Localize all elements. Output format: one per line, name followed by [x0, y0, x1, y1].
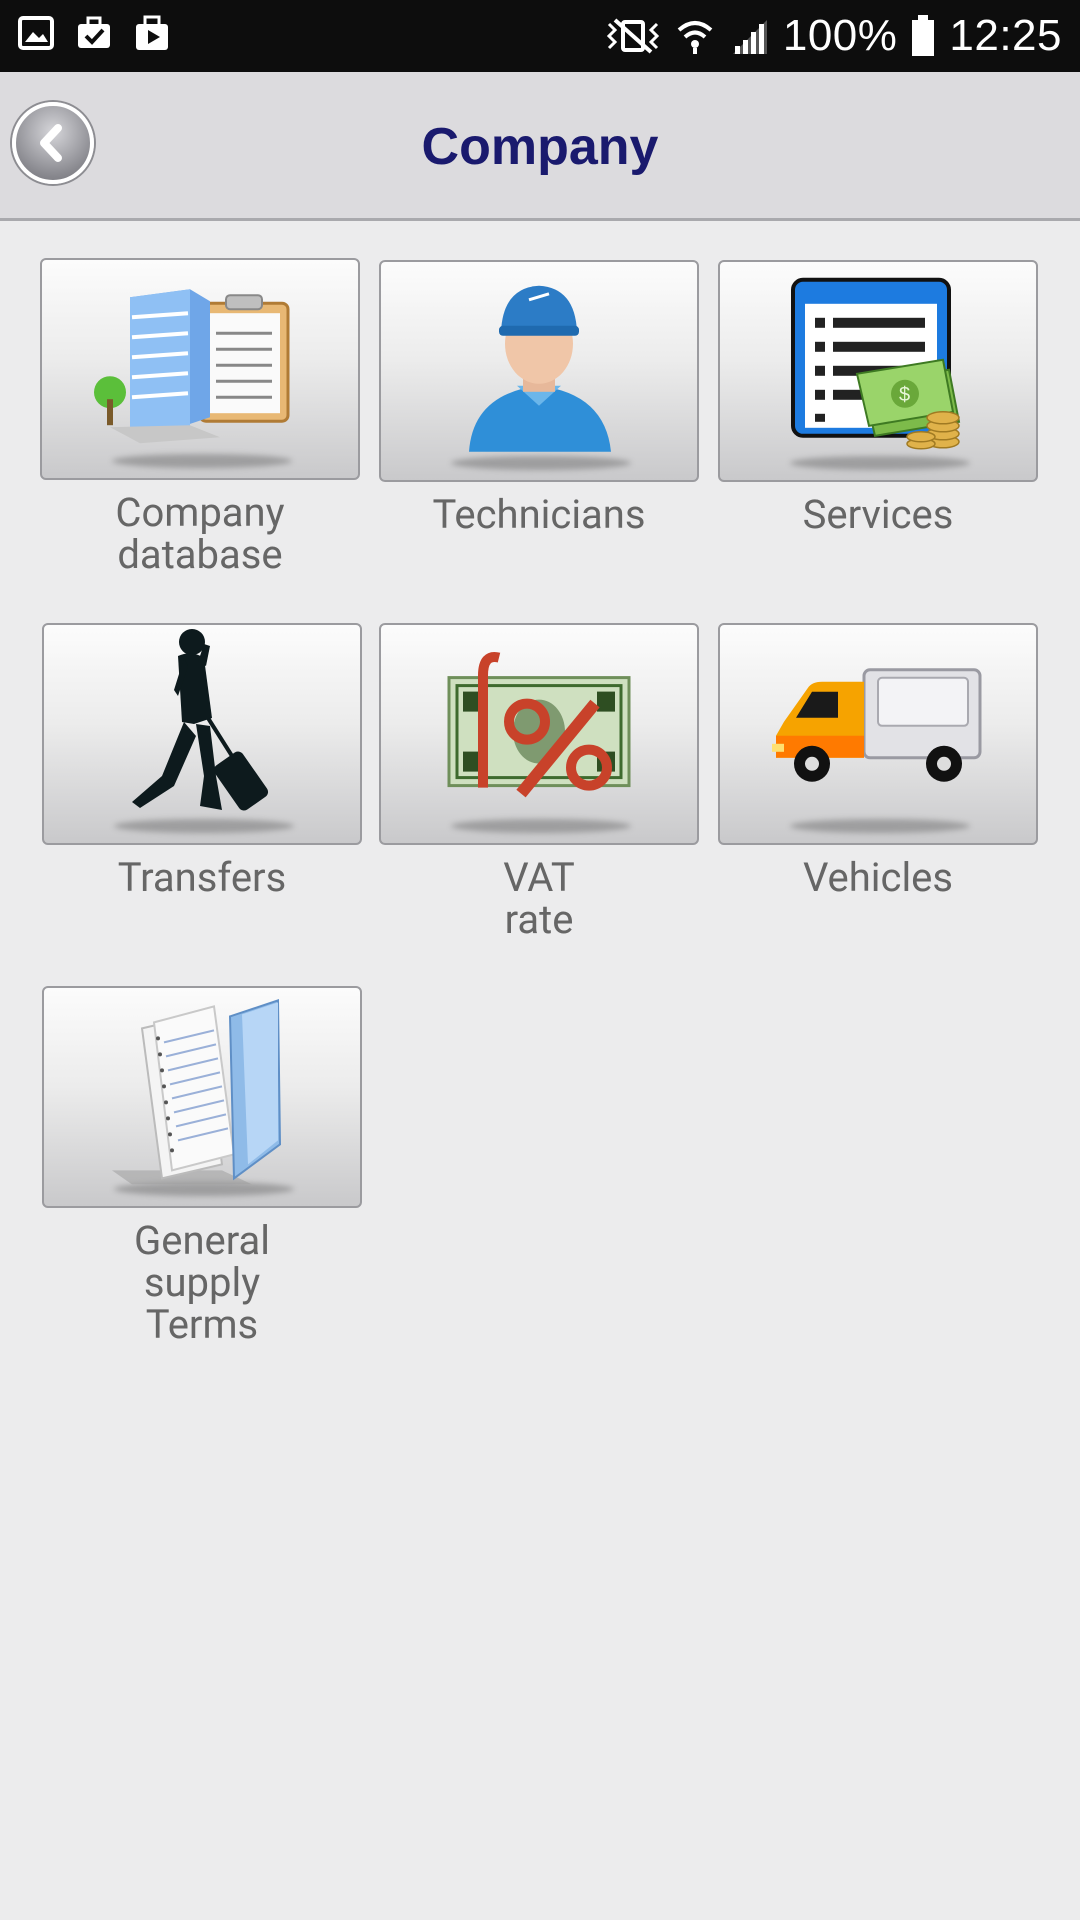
tile-transfers[interactable]: Transfers — [42, 623, 362, 899]
company-database-button[interactable] — [40, 258, 360, 480]
vehicles-button[interactable] — [718, 623, 1038, 845]
tile-company-database[interactable]: Company database — [40, 258, 360, 576]
services-button[interactable]: $ — [718, 260, 1038, 482]
signal-icon — [732, 20, 767, 54]
vat-rate-button[interactable] — [379, 623, 699, 845]
transfers-button[interactable] — [42, 623, 362, 845]
traveler-luggage-icon — [132, 629, 269, 811]
notification-icons — [18, 14, 170, 52]
tile-general-supply-terms[interactable]: General supply Terms — [42, 986, 362, 1346]
tile-label: Technicians — [432, 491, 646, 538]
tile-label: Transfers — [117, 854, 287, 901]
battery-icon — [912, 15, 935, 56]
clock: 12:25 — [949, 11, 1062, 60]
svg-text:$: $ — [899, 384, 910, 406]
tile-label: Vehicles — [802, 854, 954, 901]
tile-vehicles[interactable]: Vehicles — [718, 623, 1038, 899]
tile-services[interactable]: $ Services — [718, 260, 1038, 536]
technician-icon — [469, 285, 611, 452]
tile-label: VAT rate — [503, 854, 575, 943]
documents-folder-icon — [112, 999, 282, 1185]
gallery-icon — [18, 16, 54, 50]
app-header: Company — [0, 72, 1080, 221]
back-button[interactable] — [12, 102, 94, 184]
general-supply-terms-button[interactable] — [42, 986, 362, 1208]
status-bar: 100% 12:25 — [0, 0, 1080, 72]
briefcase-check-icon — [78, 16, 110, 48]
tile-label: Services — [802, 491, 954, 538]
vibrate-mute-icon — [606, 18, 659, 54]
chevron-left-icon — [40, 124, 62, 162]
tile-label: General supply Terms — [133, 1217, 270, 1348]
banknote-percent-icon — [447, 652, 631, 798]
page-title: Company — [421, 118, 659, 176]
tile-vat-rate[interactable]: VAT rate — [379, 623, 699, 941]
truck-icon — [772, 668, 982, 782]
play-store-icon — [136, 15, 168, 50]
battery-percentage: 100% — [782, 11, 898, 60]
tile-technicians[interactable]: Technicians — [379, 260, 699, 536]
wifi-icon — [677, 21, 713, 54]
services-list-money-icon: $ — [791, 277, 961, 450]
building-clipboard-icon — [94, 289, 290, 444]
system-icons: 100% 12:25 — [605, 6, 1062, 66]
tile-label: Company database — [115, 489, 285, 578]
technicians-button[interactable] — [379, 260, 699, 482]
